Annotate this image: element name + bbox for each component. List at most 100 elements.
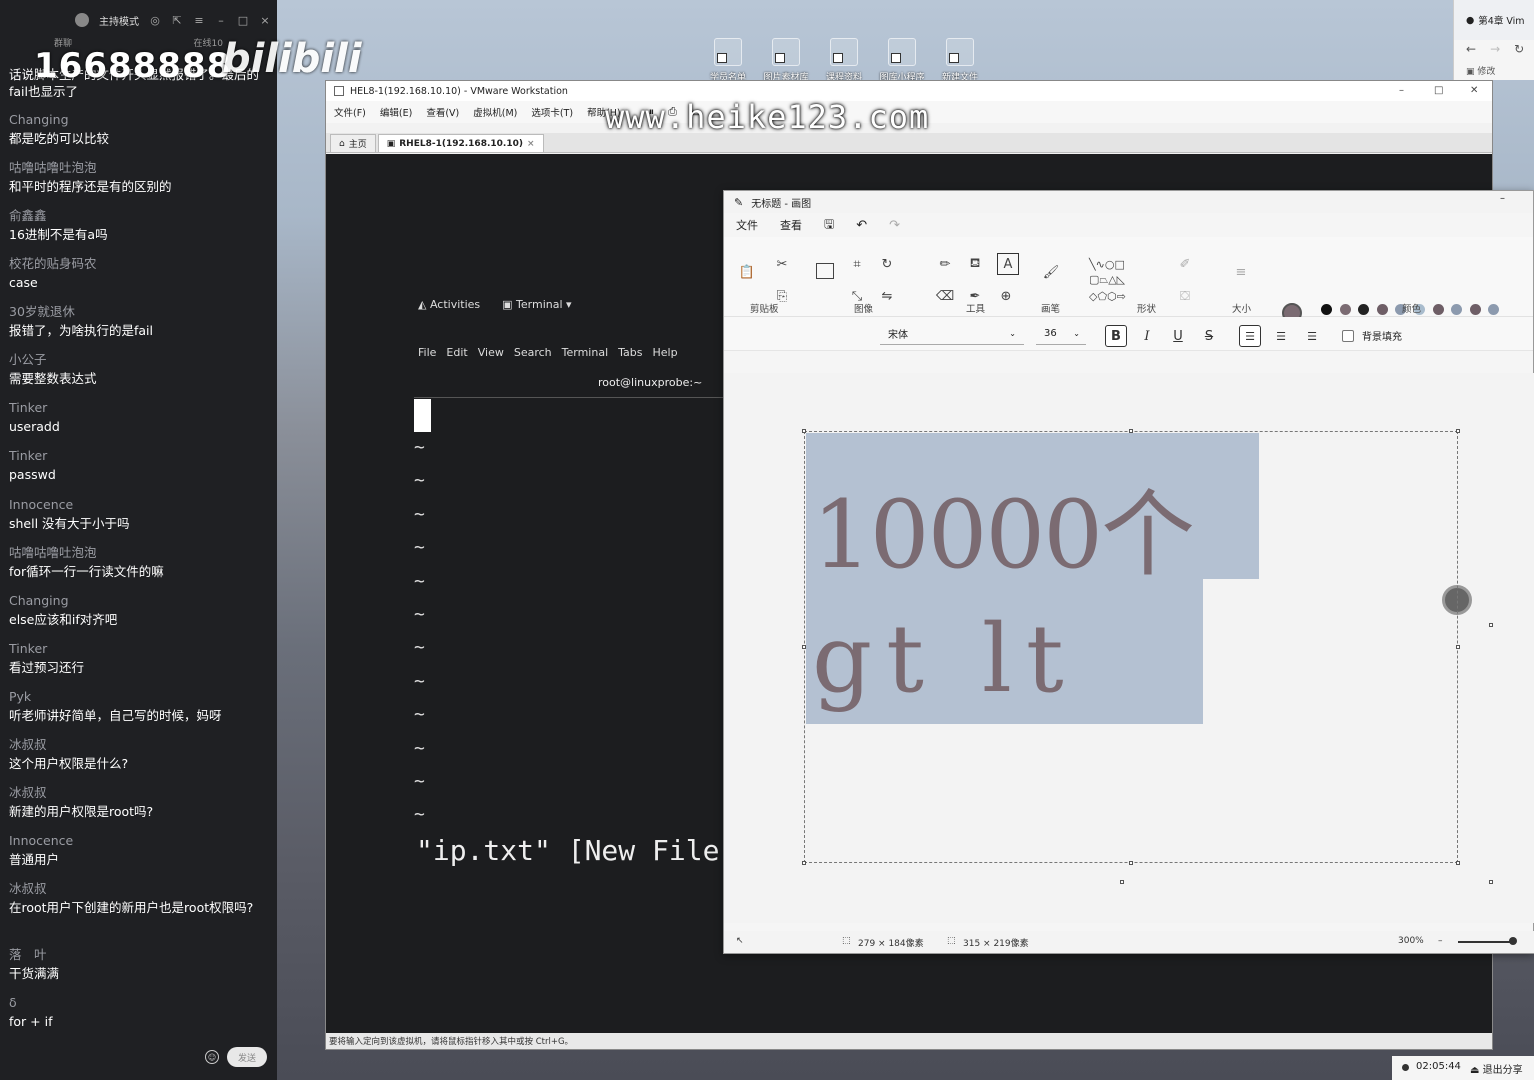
save-icon[interactable]: 🖫 [824,215,834,236]
close-tab-icon[interactable]: × [527,139,535,149]
menu-tabs[interactable]: 选项卡(T) [531,105,573,119]
color-swatch[interactable] [1339,304,1351,315]
canvas-resize-handle[interactable] [1489,623,1493,627]
desktop-icon[interactable]: 学员名单 [698,32,758,83]
terminal-title: root@linuxprobe:~ [598,376,703,389]
menu-icon[interactable]: ≡ [193,14,205,27]
send-button[interactable]: 发送 [227,1047,267,1067]
resize-handle[interactable] [1129,861,1133,865]
activities-button[interactable]: ◭ Activities [418,298,480,311]
settings-icon[interactable]: ◎ [149,14,161,27]
cut-icon[interactable]: ✂ [773,255,791,273]
term-menu-tabs[interactable]: Tabs [618,346,642,359]
zoom-out-icon[interactable]: – [1438,936,1443,946]
resize-handle[interactable] [1456,645,1460,649]
color-swatch[interactable] [1321,304,1332,315]
pencil-icon[interactable]: ✏ [936,255,954,273]
italic-button[interactable]: I [1136,325,1158,347]
close-icon[interactable]: × [259,14,271,27]
size-icon[interactable]: ≡ [1232,263,1250,281]
minimize-icon[interactable]: – [215,14,227,27]
reload-icon[interactable]: ↻ [1514,42,1524,56]
resize-handle[interactable] [1456,861,1460,865]
redo-icon[interactable]: ↷ [889,218,900,233]
term-menu-view[interactable]: View [478,346,504,359]
canvas-resize-handle[interactable] [1489,880,1493,884]
canvas-resize-handle[interactable] [1120,880,1124,884]
menu-file[interactable]: 文件 [736,217,758,233]
font-size-select[interactable]: 36 ⌄ [1036,323,1086,345]
desktop-icon[interactable]: 新建文件 [930,32,990,83]
desktop-icon[interactable]: 图片素材库 [756,32,816,83]
desktop-icon[interactable]: 课程资料 [814,32,874,83]
paint-canvas-area[interactable]: 10000个 gt lt [724,373,1534,923]
align-center-button[interactable]: ☰ [1270,325,1292,347]
tab-vm[interactable]: ▣ RHEL8-1(192.168.10.10) × [377,134,544,152]
zoom-slider-thumb[interactable] [1509,937,1517,945]
magnifier-icon[interactable]: ⊕ [997,287,1015,305]
shape-fill-icon[interactable]: ⛋ [1176,287,1194,305]
menu-vm[interactable]: 虚拟机(M) [473,105,517,119]
term-menu-search[interactable]: Search [514,346,552,359]
bold-button[interactable]: B [1105,325,1127,347]
eraser-icon[interactable]: ⌫ [936,287,954,305]
minimize-icon[interactable]: – [1399,85,1404,96]
forward-icon[interactable]: → [1490,42,1500,56]
minimize-icon[interactable]: – [1500,193,1505,204]
text-tool-icon[interactable]: A [997,253,1019,275]
shapes-row-icon[interactable]: ◇⬠⬡⇨ [1089,287,1169,305]
zoom-slider[interactable] [1458,941,1514,943]
undo-icon[interactable]: ↶ [856,218,867,233]
emoji-icon[interactable]: ☺ [205,1050,219,1064]
term-menu-edit[interactable]: Edit [446,346,467,359]
canvas-text-line[interactable]: gt lt [812,605,1078,714]
color-swatch[interactable] [1469,304,1481,315]
tab-home[interactable]: ⌂ 主页 [330,134,376,152]
color-swatch[interactable] [1376,304,1388,315]
bg-fill-checkbox[interactable] [1342,330,1354,342]
term-menu-help[interactable]: Help [653,346,678,359]
color-swatch[interactable] [1451,304,1463,315]
flip-icon[interactable]: ⇋ [878,287,896,305]
close-icon[interactable]: ✕ [1470,85,1478,96]
resize-handle[interactable] [802,429,806,433]
align-left-button[interactable]: ☰ [1239,325,1261,347]
term-menu-terminal[interactable]: Terminal [562,346,609,359]
menu-view[interactable]: 查看(V) [426,105,459,119]
canvas-text-line[interactable]: 10000个 [812,459,1195,595]
home-icon: ⌂ [339,138,345,149]
resize-handle[interactable] [1456,429,1460,433]
menu-view[interactable]: 查看 [780,217,802,233]
crop-icon[interactable]: ⌗ [848,255,866,273]
fill-icon[interactable]: ⛾ [966,255,984,273]
menu-file[interactable]: 文件(F) [334,105,366,119]
select-icon[interactable] [816,263,834,279]
edit-link[interactable]: ▣ 修改 [1454,58,1534,77]
resize-handle[interactable] [802,645,806,649]
menu-edit[interactable]: 编辑(E) [380,105,412,119]
color-swatch[interactable] [1488,304,1500,315]
back-icon[interactable]: ← [1466,42,1476,56]
font-select[interactable]: 宋体 ⌄ [880,323,1024,345]
terminal-app-menu[interactable]: ▣ Terminal ▾ [502,298,571,311]
strikethrough-button[interactable]: S [1198,325,1220,347]
rotate-icon[interactable]: ↻ [878,255,896,273]
chat-username: 小公子 [9,352,47,367]
exit-share-button[interactable]: ⏏ 退出分享 [1470,1061,1523,1076]
terminal-body[interactable] [414,397,724,1037]
popout-icon[interactable]: ⇱ [171,14,183,27]
outline-icon[interactable]: ✐ [1176,255,1194,273]
underline-button[interactable]: U [1167,325,1189,347]
resize-handle[interactable] [802,861,806,865]
paste-icon[interactable]: 📋 [738,263,756,281]
align-right-button[interactable]: ☰ [1301,325,1323,347]
brush-icon[interactable]: 🖌 [1042,263,1060,281]
color-swatch[interactable] [1432,304,1444,315]
browser-tab[interactable]: ● 第4章 Vim [1454,0,1534,40]
maximize-icon[interactable]: □ [1434,85,1443,96]
resize-handle[interactable] [1129,429,1133,433]
desktop-icon[interactable]: 图库小程序 [872,32,932,83]
color-swatch[interactable] [1358,304,1370,315]
maximize-icon[interactable]: □ [237,14,249,27]
term-menu-file[interactable]: File [418,346,436,359]
